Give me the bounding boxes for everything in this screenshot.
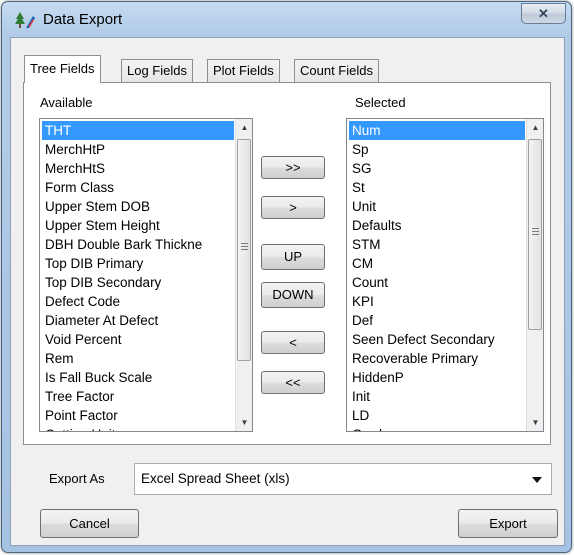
list-item[interactable]: SG: [349, 159, 525, 178]
export-button[interactable]: Export: [458, 509, 558, 538]
scroll-down-icon[interactable]: ▼: [527, 414, 543, 431]
list-item[interactable]: Upper Stem Height: [42, 216, 234, 235]
tree-app-icon: [15, 12, 35, 28]
tab-count-fields[interactable]: Count Fields: [294, 59, 379, 82]
list-item[interactable]: Tree Factor: [42, 387, 234, 406]
list-item[interactable]: Point Factor: [42, 406, 234, 425]
list-item[interactable]: THT: [42, 121, 234, 140]
list-item[interactable]: STM: [349, 235, 525, 254]
selected-label: Selected: [355, 95, 406, 110]
add-button[interactable]: >: [261, 196, 325, 219]
list-item[interactable]: Form Class: [42, 178, 234, 197]
grip-icon: [532, 228, 539, 235]
list-item[interactable]: MerchHtS: [42, 159, 234, 178]
scroll-thumb[interactable]: [237, 139, 251, 361]
list-item[interactable]: Init: [349, 387, 525, 406]
window-title: Data Export: [43, 11, 123, 28]
list-item[interactable]: DBH Double Bark Thickne: [42, 235, 234, 254]
list-item[interactable]: Count: [349, 273, 525, 292]
list-item[interactable]: CM: [349, 254, 525, 273]
selected-listbox[interactable]: Num Sp SG St Unit Defaults STM CM Count KPI Def See…: [346, 118, 544, 432]
list-item[interactable]: Cutting Unit: [42, 425, 234, 431]
tab-tree-fields[interactable]: Tree Fields: [24, 55, 101, 83]
list-item[interactable]: Seen Defect Secondary: [349, 330, 525, 349]
tree-fields-panel: Available Selected THT MerchHtP MerchHtS Fo…: [23, 82, 551, 445]
list-item[interactable]: MerchHtP: [42, 140, 234, 159]
list-item[interactable]: Recoverable Primary: [349, 349, 525, 368]
remove-button[interactable]: <: [261, 331, 325, 354]
tab-log-fields[interactable]: Log Fields: [121, 59, 193, 82]
export-as-label: Export As: [49, 471, 105, 486]
available-scrollbar[interactable]: ▲ ▼: [235, 119, 252, 431]
tab-plot-fields[interactable]: Plot Fields: [207, 59, 280, 82]
close-icon: ✕: [538, 6, 549, 21]
selected-scrollbar[interactable]: ▲ ▼: [526, 119, 543, 431]
data-export-window: Data Export ✕ Tree Fields Log Fields Plo…: [1, 1, 572, 553]
scroll-up-icon[interactable]: ▲: [236, 119, 252, 136]
move-down-button[interactable]: DOWN: [261, 282, 325, 308]
available-label: Available: [40, 95, 93, 110]
list-item[interactable]: Grade: [349, 425, 525, 431]
list-item[interactable]: LD: [349, 406, 525, 425]
list-item[interactable]: Top DIB Secondary: [42, 273, 234, 292]
dialog-client-area: Tree Fields Log Fields Plot Fields Count…: [10, 37, 565, 546]
list-item[interactable]: Rem: [42, 349, 234, 368]
list-item[interactable]: Void Percent: [42, 330, 234, 349]
export-format-value: Excel Spread Sheet (xls): [141, 471, 290, 486]
close-button[interactable]: ✕: [521, 3, 566, 24]
chevron-down-icon[interactable]: [527, 468, 547, 490]
add-all-button[interactable]: >>: [261, 156, 325, 179]
list-item[interactable]: HiddenP: [349, 368, 525, 387]
available-items: THT MerchHtP MerchHtS Form Class Upper Stem …: [42, 121, 234, 431]
scroll-down-icon[interactable]: ▼: [236, 414, 252, 431]
cancel-button[interactable]: Cancel: [40, 509, 139, 538]
list-item[interactable]: Num: [349, 121, 525, 140]
list-item[interactable]: St: [349, 178, 525, 197]
grip-icon: [241, 243, 248, 250]
list-item[interactable]: Unit: [349, 197, 525, 216]
export-format-select[interactable]: Excel Spread Sheet (xls): [134, 463, 552, 495]
list-item[interactable]: Upper Stem DOB: [42, 197, 234, 216]
list-item[interactable]: KPI: [349, 292, 525, 311]
scroll-thumb[interactable]: [528, 139, 542, 330]
title-bar[interactable]: Data Export ✕: [2, 2, 571, 36]
list-item[interactable]: Diameter At Defect: [42, 311, 234, 330]
list-item[interactable]: Sp: [349, 140, 525, 159]
list-item[interactable]: Def: [349, 311, 525, 330]
selected-items: Num Sp SG St Unit Defaults STM CM Count KPI Def See…: [349, 121, 525, 431]
list-item[interactable]: Top DIB Primary: [42, 254, 234, 273]
remove-all-button[interactable]: <<: [261, 371, 325, 394]
available-listbox[interactable]: THT MerchHtP MerchHtS Form Class Upper Stem …: [39, 118, 253, 432]
list-item[interactable]: Is Fall Buck Scale: [42, 368, 234, 387]
move-up-button[interactable]: UP: [261, 244, 325, 270]
list-item[interactable]: Defaults: [349, 216, 525, 235]
list-item[interactable]: Defect Code: [42, 292, 234, 311]
scroll-up-icon[interactable]: ▲: [527, 119, 543, 136]
